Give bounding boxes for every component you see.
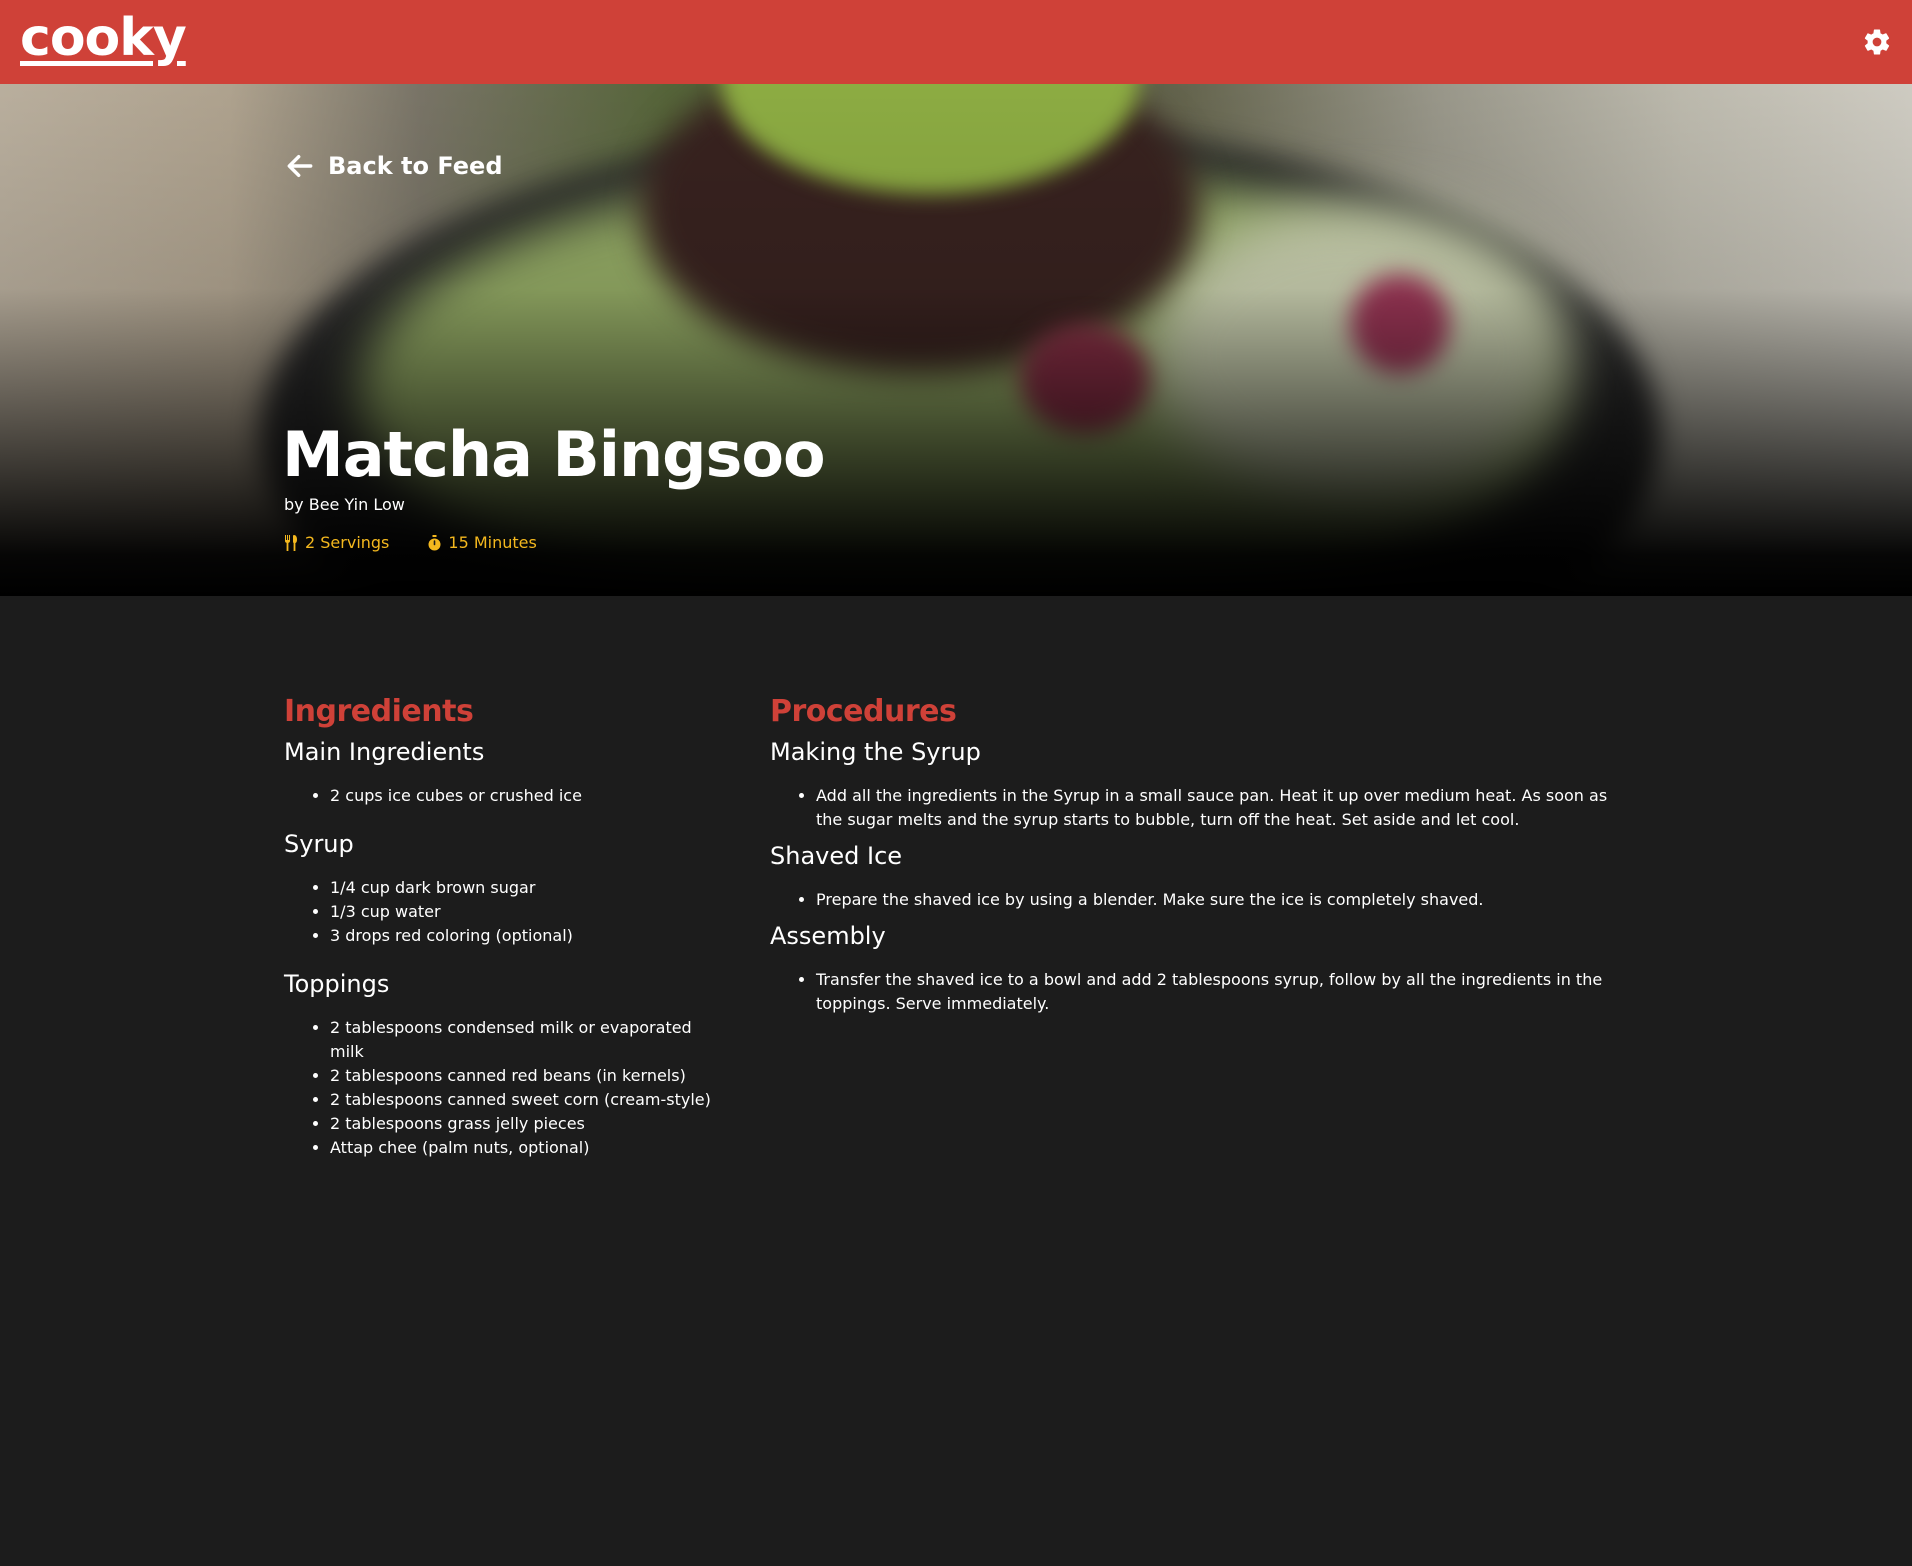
back-to-feed-label: Back to Feed — [328, 152, 503, 180]
list-item: 1/3 cup water — [330, 900, 714, 924]
list-item: 3 drops red coloring (optional) — [330, 924, 714, 948]
ingredient-list: 1/4 cup dark brown sugar 1/3 cup water 3… — [284, 876, 714, 948]
time-label: 15 Minutes — [448, 533, 537, 552]
procedure-group-title: Assembly — [770, 922, 886, 950]
utensils-icon — [285, 534, 297, 551]
list-item: 2 tablespoons canned red beans (in kerne… — [330, 1064, 714, 1088]
arrow-left-icon — [287, 154, 313, 178]
recipe-hero: Back to Feed Matcha Bingsoo by Bee Yin L… — [0, 84, 1912, 596]
time-info: 15 Minutes — [427, 533, 537, 552]
ingredients-section: Ingredients Main Ingredients 2 cups ice … — [284, 690, 714, 1178]
recipe-meta: 2 Servings 15 Minutes — [284, 533, 537, 552]
ingredient-group-title: Toppings — [284, 970, 390, 998]
ingredient-group-title: Syrup — [284, 830, 354, 858]
recipe-author: by Bee Yin Low — [284, 495, 405, 514]
list-item: 2 cups ice cubes or crushed ice — [330, 784, 714, 808]
ingredient-list: 2 tablespoons condensed milk or evaporat… — [284, 1016, 714, 1160]
procedure-group-title: Shaved Ice — [770, 842, 903, 870]
ingredient-group-title: Main Ingredients — [284, 738, 485, 766]
ingredients-heading: Ingredients — [284, 694, 474, 729]
recipe-title: Matcha Bingsoo — [282, 418, 826, 491]
servings-label: 2 Servings — [305, 533, 390, 552]
ingredient-list: 2 cups ice cubes or crushed ice — [284, 784, 714, 808]
list-item: Transfer the shaved ice to a bowl and ad… — [816, 968, 1610, 1016]
list-item: Add all the ingredients in the Syrup in … — [816, 784, 1610, 832]
procedure-list: Prepare the shaved ice by using a blende… — [770, 888, 1610, 912]
list-item: 2 tablespoons grass jelly pieces — [330, 1112, 714, 1136]
servings-info: 2 Servings — [284, 533, 389, 552]
list-item: 2 tablespoons canned sweet corn (cream-s… — [330, 1088, 714, 1112]
back-to-feed-link[interactable]: Back to Feed — [284, 150, 503, 182]
stopwatch-icon — [428, 534, 441, 550]
procedure-group-title: Making the Syrup — [770, 738, 981, 766]
list-item: Attap chee (palm nuts, optional) — [330, 1136, 714, 1160]
procedures-heading: Procedures — [770, 694, 957, 729]
procedure-list: Add all the ingredients in the Syrup in … — [770, 784, 1610, 832]
gear-icon[interactable] — [1862, 27, 1892, 57]
top-navbar: cooky — [0, 0, 1912, 84]
list-item: 1/4 cup dark brown sugar — [330, 876, 714, 900]
list-item: Prepare the shaved ice by using a blende… — [816, 888, 1610, 912]
procedures-section: Procedures Making the Syrup Add all the … — [770, 690, 1610, 1022]
cooky-logo[interactable]: cooky — [20, 6, 187, 70]
list-item: 2 tablespoons condensed milk or evaporat… — [330, 1016, 714, 1064]
procedure-list: Transfer the shaved ice to a bowl and ad… — [770, 968, 1610, 1016]
